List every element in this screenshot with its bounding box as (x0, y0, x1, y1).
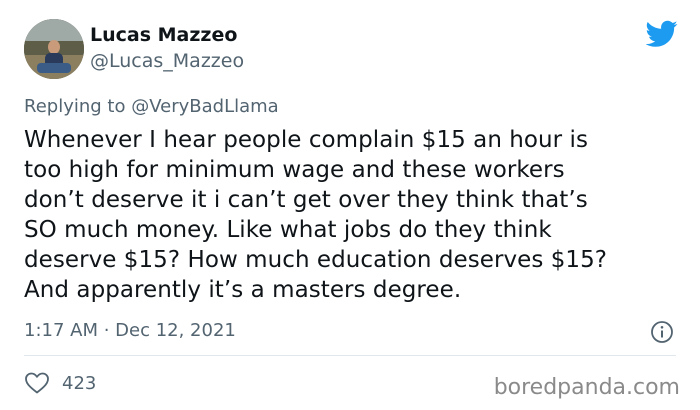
divider (24, 355, 676, 356)
heart-outline-icon[interactable] (24, 371, 50, 395)
like-count: 423 (62, 373, 97, 394)
tweet-timestamp[interactable]: 1:17 AM · Dec 12, 2021 (24, 320, 236, 342)
reply-context: Replying to @VeryBadLlama (24, 96, 279, 118)
user-handle[interactable]: @Lucas_Mazzeo (90, 50, 244, 72)
tweet-text: Whenever I hear people complain $15 an h… (24, 127, 608, 303)
tweet-card: Lucas Mazzeo @Lucas_Mazzeo Replying to @… (0, 0, 700, 410)
info-icon[interactable] (650, 320, 674, 344)
display-name[interactable]: Lucas Mazzeo (90, 24, 237, 46)
twitter-bird-icon[interactable] (646, 20, 678, 48)
reply-mention-link[interactable]: @VeryBadLlama (131, 96, 278, 117)
avatar[interactable] (24, 19, 84, 79)
watermark: boredpanda.com (493, 375, 680, 400)
reply-prefix: Replying to (24, 96, 126, 117)
